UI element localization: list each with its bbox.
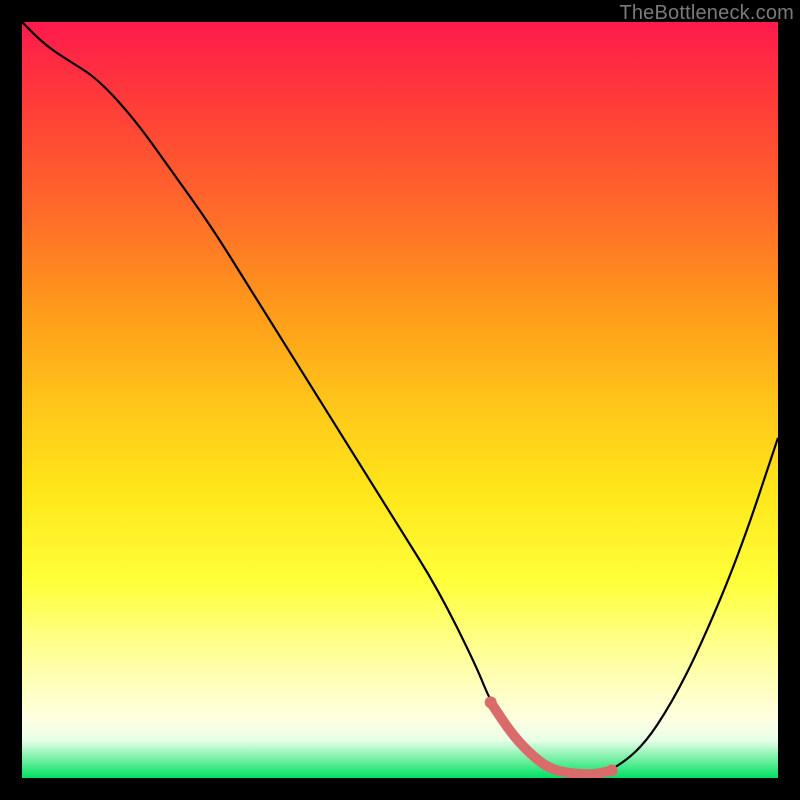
chart-plot-area: [22, 22, 778, 778]
bottleneck-highlight: [491, 702, 612, 774]
bottleneck-highlight-dots: [485, 696, 618, 776]
watermark-text: TheBottleneck.com: [619, 2, 794, 25]
highlight-endpoint: [606, 764, 618, 776]
chart-frame: TheBottleneck.com: [0, 0, 800, 800]
bottleneck-curve: [22, 22, 778, 774]
chart-svg: [22, 22, 778, 778]
highlight-endpoint: [485, 696, 497, 708]
